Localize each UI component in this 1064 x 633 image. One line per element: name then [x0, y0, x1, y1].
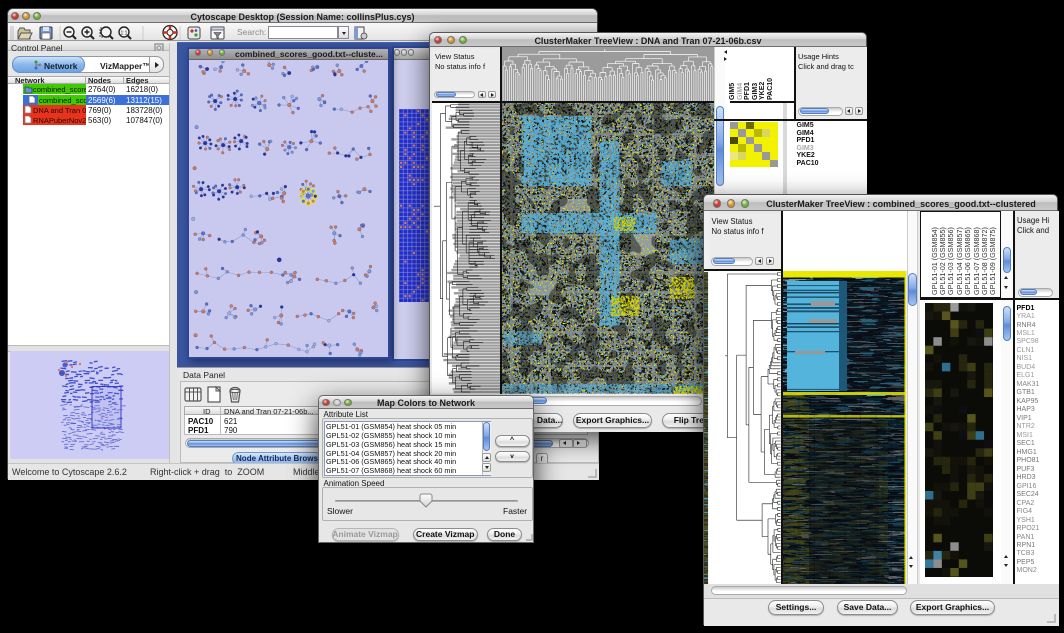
svg-text:1:1: 1:1	[121, 31, 128, 37]
